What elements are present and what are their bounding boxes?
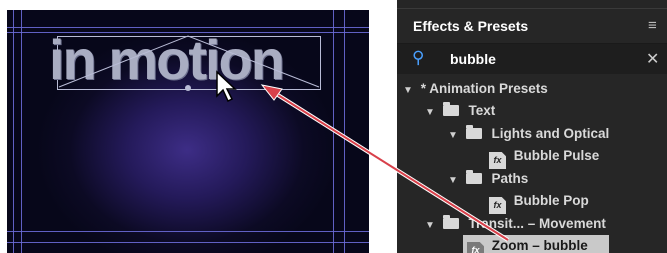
chevron-down-icon[interactable]: ▼	[425, 215, 439, 237]
chevron-down-icon[interactable]: ▼	[425, 102, 439, 124]
tree-item-label: Transit... – Movement	[468, 216, 606, 231]
chevron-down-icon[interactable]: ▼	[403, 80, 417, 102]
tree-item-label: Zoom – bubble	[491, 238, 588, 253]
tree-item-bubble-pop[interactable]: fx Bubble Pop	[489, 190, 589, 214]
preset-file-icon: fx	[489, 152, 506, 169]
chevron-down-icon[interactable]: ▼	[448, 170, 462, 192]
folder-icon	[465, 170, 482, 184]
search-icon[interactable]: ⚲	[412, 48, 424, 68]
hamburger-menu-icon[interactable]: ≡	[648, 17, 657, 34]
tree-item-animation-presets[interactable]: ▼ * Animation Presets	[403, 78, 548, 100]
tree-item-paths[interactable]: ▼ Paths	[448, 168, 528, 190]
search-bar[interactable]: ⚲ bubble ✕	[397, 44, 667, 74]
mouse-pointer-icon	[216, 70, 237, 103]
search-input[interactable]: bubble	[450, 51, 496, 67]
motion-path-lines	[58, 35, 320, 91]
composition-viewer[interactable]: in motion	[7, 10, 369, 253]
folder-icon	[442, 102, 459, 116]
tree-item-label: Bubble Pulse	[513, 148, 600, 163]
tree-item-bubble-pulse[interactable]: fx Bubble Pulse	[489, 145, 600, 169]
preset-file-icon: fx	[489, 197, 506, 214]
close-icon[interactable]: ✕	[646, 49, 659, 69]
effects-presets-panel: Effects & Presets ≡ ⚲ bubble ✕ ▼ * Anima…	[397, 0, 667, 253]
tree-item-label: * Animation Presets	[420, 81, 548, 96]
folder-icon	[442, 215, 459, 229]
tree-item-transitions-movement[interactable]: ▼ Transit... – Movement	[425, 213, 606, 235]
tree-item-text[interactable]: ▼ Text	[425, 100, 495, 122]
tree-item-label: Paths	[491, 171, 529, 186]
tree-item-label: Bubble Pop	[513, 193, 589, 208]
chevron-down-icon[interactable]: ▼	[448, 125, 462, 147]
tree-item-zoom-bubble[interactable]: fx Zoom – bubble	[463, 235, 609, 253]
panel-header: Effects & Presets ≡	[397, 8, 667, 44]
panel-title: Effects & Presets	[413, 18, 529, 34]
tree-item-lights-and-optical[interactable]: ▼ Lights and Optical	[448, 123, 609, 145]
folder-icon	[465, 125, 482, 139]
preset-file-icon: fx	[467, 242, 484, 253]
tree-item-label: Lights and Optical	[491, 126, 610, 141]
tree-item-label: Text	[468, 103, 496, 118]
